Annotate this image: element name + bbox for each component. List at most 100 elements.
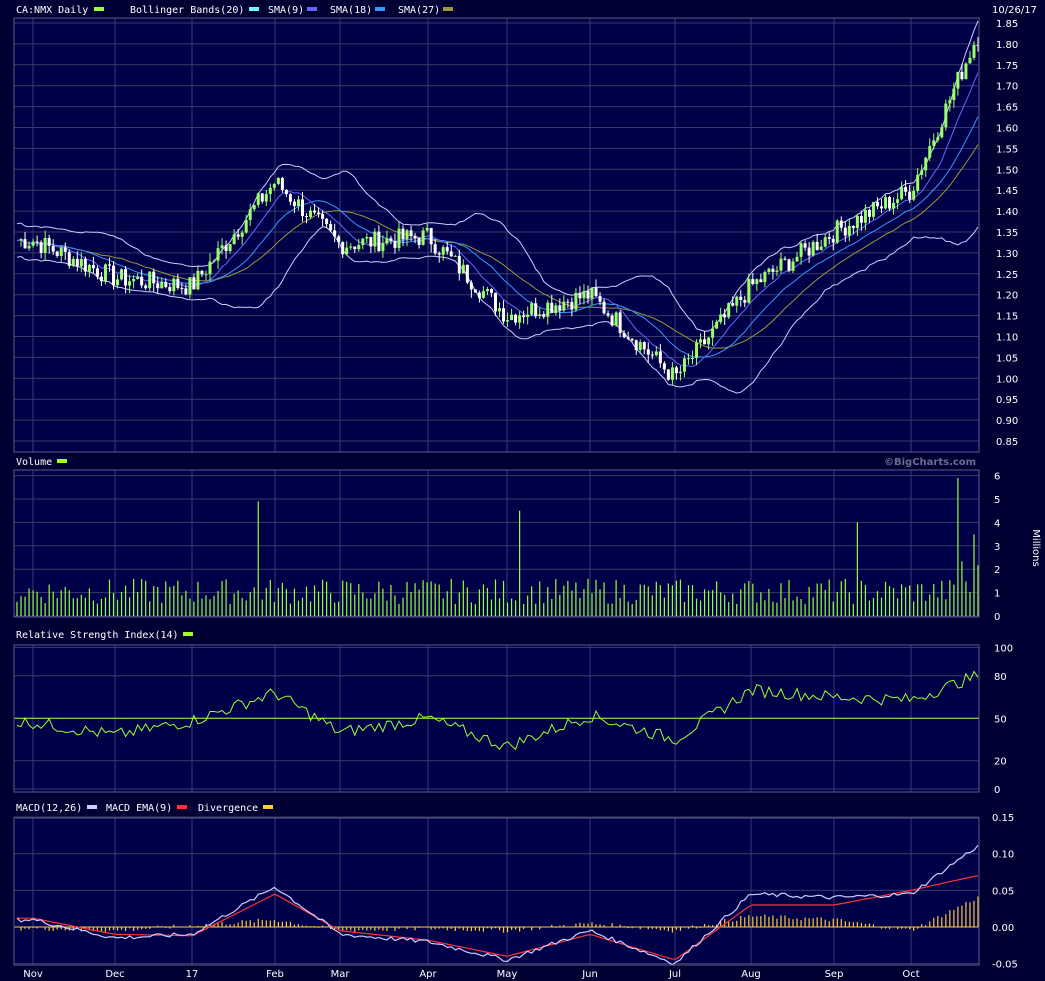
- candle-body: [51, 245, 55, 252]
- rsi-legend-swatch: [183, 632, 193, 636]
- price-tick-label: 1.30: [996, 249, 1018, 260]
- candle-body: [928, 146, 932, 158]
- candle-body: [276, 178, 280, 184]
- candle-body: [188, 277, 192, 295]
- candle-body: [799, 243, 803, 257]
- price-tick-label: 1.05: [996, 353, 1018, 364]
- candle-body: [831, 238, 835, 243]
- candle-body: [678, 371, 682, 374]
- candle-body: [554, 305, 558, 313]
- candle-body: [140, 276, 144, 286]
- price-y-axis: 1.85 1.80 1.75 1.70 1.65 1.60 1.55 1.50 1.45 1.40…: [996, 19, 1018, 448]
- candle-body: [405, 230, 409, 240]
- candle-body: [920, 170, 924, 175]
- candle-body: [634, 340, 638, 350]
- candle-body: [578, 292, 582, 299]
- x-tick-label: Mar: [331, 969, 351, 980]
- candle-body: [662, 363, 666, 370]
- x-tick-label: Feb: [266, 969, 284, 980]
- candle-body: [614, 312, 618, 326]
- candle-body: [59, 247, 63, 256]
- candle-body: [622, 333, 626, 338]
- candle-body: [361, 238, 365, 245]
- candle-body: [164, 282, 168, 288]
- candle-body: [944, 103, 948, 128]
- candle-body: [325, 218, 329, 225]
- candle-body: [393, 240, 397, 248]
- volume-legend-swatch: [57, 459, 67, 463]
- price-tick-label: 1.65: [996, 103, 1018, 114]
- stock-chart: CA:NMX Daily Bollinger Bands(20) SMA(9) …: [13, 5, 1041, 980]
- candle-body: [771, 268, 775, 272]
- symbol-legend-swatch: [94, 7, 104, 11]
- candle-body: [743, 299, 747, 303]
- candle-body: [924, 157, 928, 171]
- candle-body: [377, 231, 381, 252]
- candle-body: [751, 279, 755, 284]
- candle-body: [884, 197, 888, 209]
- candle-body: [208, 261, 212, 275]
- price-tick-label: 1.10: [996, 333, 1018, 344]
- volume-tick-label: 0: [994, 612, 1000, 623]
- candle-body: [417, 238, 421, 245]
- x-tick-label: May: [497, 969, 518, 980]
- candle-body: [892, 202, 896, 209]
- volume-tick-label: 2: [994, 565, 1000, 576]
- candle-body: [365, 237, 369, 239]
- candle-body: [369, 237, 373, 247]
- x-tick-label: Nov: [23, 969, 43, 980]
- x-tick-label: Oct: [902, 969, 919, 980]
- candle-body: [120, 269, 124, 280]
- candle-body: [341, 242, 345, 255]
- candle-body: [148, 271, 152, 289]
- candle-body: [99, 276, 103, 282]
- candle-body: [465, 264, 469, 283]
- candle-body: [506, 320, 510, 322]
- x-tick-label: Sep: [825, 969, 844, 980]
- candle-body: [867, 209, 871, 217]
- candle-body: [654, 351, 658, 356]
- candle-body: [232, 234, 236, 245]
- candle-body: [212, 260, 216, 262]
- x-axis: Nov Dec 17 Feb Mar Apr May Jun Jul Aug Sep Oct: [23, 969, 919, 980]
- candle-body: [542, 314, 546, 317]
- candle-body: [43, 238, 47, 253]
- candle-body: [305, 216, 309, 218]
- candle-body: [574, 292, 578, 310]
- candle-body: [566, 301, 570, 303]
- symbol-label: CA:NMX Daily: [16, 5, 88, 16]
- price-tick-label: 1.00: [996, 374, 1018, 385]
- candle-body: [353, 246, 357, 250]
- candle-body: [666, 369, 670, 380]
- volume-y-axis: 6 5 4 3 2 1 0: [994, 472, 1000, 623]
- candle-body: [727, 303, 731, 318]
- candle-body: [220, 245, 224, 249]
- candle-body: [811, 241, 815, 256]
- price-tick-label: 0.90: [996, 416, 1018, 427]
- candle-body: [401, 228, 405, 240]
- candle-body: [759, 279, 763, 283]
- candle-body: [453, 255, 457, 257]
- candle-body: [670, 367, 674, 380]
- candle-body: [357, 244, 361, 250]
- candle-body: [389, 238, 393, 241]
- candle-body: [132, 278, 136, 282]
- candle-body: [180, 287, 184, 289]
- x-tick-label: Jun: [581, 969, 598, 980]
- candle-body: [686, 358, 690, 360]
- macd-y-axis: 0.15 0.10 0.05 0.00 -0.05: [992, 813, 1018, 971]
- candle-body: [502, 308, 506, 322]
- candle-body: [381, 243, 385, 252]
- divergence-label: Divergence: [198, 803, 258, 814]
- candle-body: [268, 187, 272, 195]
- rsi-tick-label: 80: [994, 672, 1007, 683]
- candle-body: [646, 349, 650, 355]
- candle-body: [457, 255, 461, 274]
- candle-body: [570, 302, 574, 310]
- candle-body: [196, 270, 200, 290]
- price-tick-label: 1.15: [996, 312, 1018, 323]
- candle-body: [803, 243, 807, 248]
- candle-body: [630, 338, 634, 341]
- volume-tick-label: 3: [994, 542, 1000, 553]
- x-tick-label: Dec: [105, 969, 124, 980]
